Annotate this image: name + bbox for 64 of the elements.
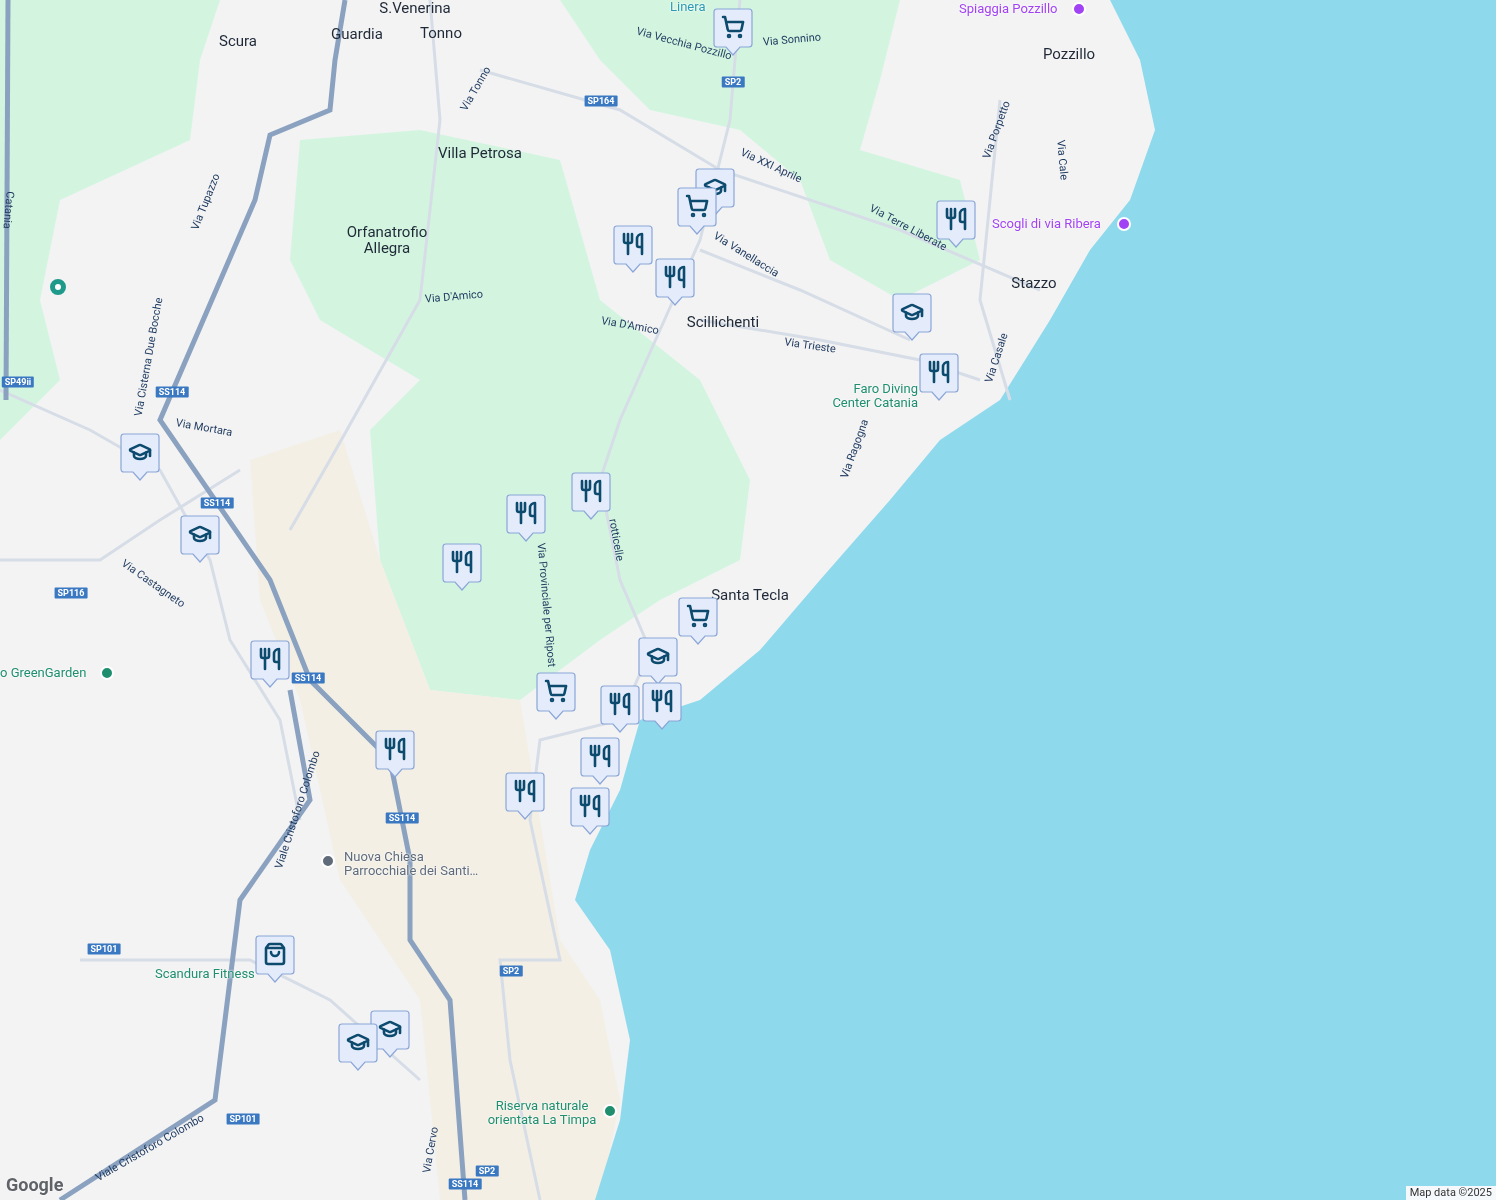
place-label: o GreenGarden [0,666,87,680]
town-label: Orfanatrofio Allegra [345,224,429,256]
route-shield: SS114 [291,672,325,684]
fork-knife-icon [588,744,612,768]
town-label: Santa Tecla [710,587,790,603]
town-label: S.Venerina [378,0,452,16]
town-label: Guardia [330,26,384,42]
fork-knife-icon [578,794,602,818]
fork-knife-icon [383,737,407,761]
street-label: Via XXI Aprile [738,146,804,186]
street-label: Via Trieste [783,336,837,356]
route-shield: SP164 [584,95,618,107]
fork-knife-icon [927,360,951,384]
town-label: Scillichenti [685,314,761,330]
route-shield: SP116 [54,587,88,599]
street-label: Via Mortara [174,417,234,439]
town-label: Stazzo [1010,275,1058,291]
route-shield: SP2 [499,965,523,977]
street-label: Via Cale [1054,139,1070,181]
shopping-bag-icon [263,942,287,966]
shopping-cart-icon [685,194,709,218]
fork-knife-icon [621,232,645,256]
town-label: Villa Petrosa [437,145,523,161]
town-label: Tonno [419,25,463,41]
fork-knife-icon [514,501,538,525]
place-label: Scogli di via Ribera [992,217,1101,231]
route-shield: SS114 [155,386,189,398]
place-label: Linera [670,0,706,14]
fork-knife-icon [513,779,537,803]
place-label: Scandura Fitness [155,967,255,981]
route-shield: SP101 [87,943,121,955]
attribution-text: Map data ©2025 [1405,1186,1496,1200]
place-label: Spiaggia Pozzillo [959,2,1058,16]
street-label: Via Cervo [421,1125,441,1175]
route-shield: SP2 [475,1165,499,1177]
street-label: Catania [0,190,16,230]
fork-knife-icon [579,479,603,503]
route-shield: SP101 [226,1113,260,1125]
shopping-cart-icon [721,15,745,39]
town-label: Scura [218,33,258,49]
route-shield: SP49ii [1,376,35,388]
fork-knife-icon [944,207,968,231]
street-label: rotticelle [606,518,626,562]
fork-knife-icon [450,550,474,574]
fork-knife-icon [608,692,632,716]
fork-knife-icon [258,647,282,671]
fork-knife-icon [650,689,674,713]
map-logo: Google [6,1173,64,1197]
street-label: Via Casale [983,331,1011,385]
route-shield: SS114 [200,497,234,509]
street-label: Via D'Amico [424,288,484,306]
street-label: Via D'Amico [600,315,660,337]
fork-knife-icon [663,265,687,289]
place-label: Faro Diving Center Catania [831,382,918,410]
street-label: Via Sonnino [762,31,822,49]
street-label: Via Vecchia Pozzillo [635,25,733,63]
route-shield: SS114 [385,812,419,824]
shopping-cart-icon [686,604,710,628]
route-shield: SS114 [448,1178,482,1190]
town-label: Pozzillo [1041,46,1097,62]
shopping-cart-icon [544,679,568,703]
route-shield: SP2 [721,76,745,88]
place-label: Riserva naturale orientata La Timpa [487,1099,597,1127]
street-label: Via Provinciale per Ripost [534,542,558,668]
